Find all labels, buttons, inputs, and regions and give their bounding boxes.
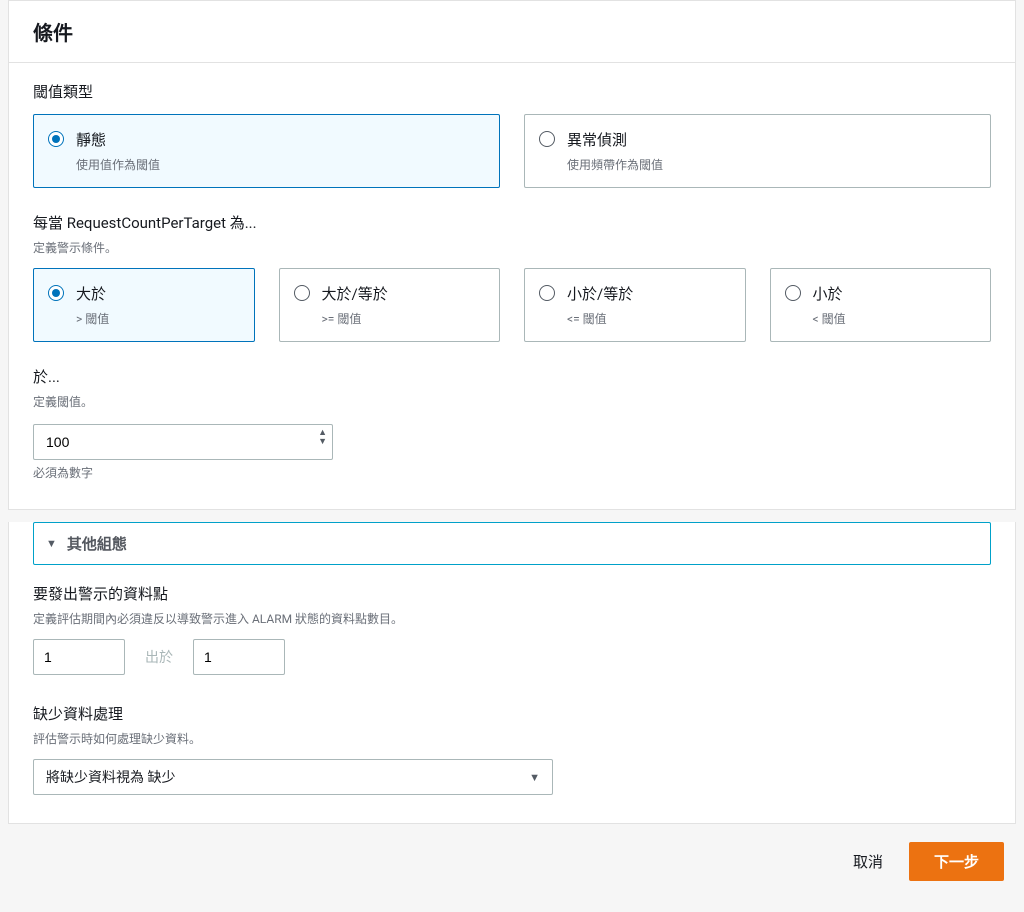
additional-config-section: ▼ 其他組態 要發出警示的資料點 定義評估期間內必須違反以導致警示進入 ALAR… xyxy=(8,522,1016,824)
stepper-buttons: ▲ ▼ xyxy=(318,433,327,451)
threshold-constraint: 必須為數字 xyxy=(33,464,991,481)
comparison-less-equal[interactable]: 小於/等於 <= 閾值 xyxy=(524,268,746,342)
option-sub: >= 閾值 xyxy=(322,310,388,327)
threshold-type-static[interactable]: 靜態 使用值作為閾值 xyxy=(33,114,500,188)
than-label: 於... 定義閾值。 xyxy=(33,366,991,410)
than-helper: 定義閾值。 xyxy=(33,393,991,410)
comparison-greater[interactable]: 大於 > 閾值 xyxy=(33,268,255,342)
threshold-type-label: 閾值類型 xyxy=(33,81,991,102)
threshold-type-anomaly[interactable]: 異常偵測 使用頻帶作為閾值 xyxy=(524,114,991,188)
missing-data-select[interactable]: 將缺少資料視為 缺少 ▼ xyxy=(33,759,553,795)
missing-data-label: 缺少資料處理 評估警示時如何處理缺少資料。 xyxy=(33,703,991,747)
evaluation-periods-input[interactable] xyxy=(193,639,285,675)
option-title: 大於 xyxy=(76,283,109,304)
option-sub: 使用值作為閾值 xyxy=(76,156,160,173)
chevron-down-icon: ▼ xyxy=(529,771,540,784)
threshold-value-input[interactable] xyxy=(33,424,333,460)
radio-icon xyxy=(539,131,555,147)
datapoints-helper: 定義評估期間內必須違反以導致警示進入 ALARM 狀態的資料點數目。 xyxy=(33,610,991,627)
missing-data-helper: 評估警示時如何處理缺少資料。 xyxy=(33,730,991,747)
option-title: 異常偵測 xyxy=(567,129,663,150)
radio-icon xyxy=(539,285,555,301)
comparison-less[interactable]: 小於 < 閾值 xyxy=(770,268,992,342)
additional-config-toggle[interactable]: ▼ 其他組態 xyxy=(33,522,991,565)
threshold-type-options: 靜態 使用值作為閾值 異常偵測 使用頻帶作為閾值 xyxy=(33,114,991,188)
radio-icon xyxy=(785,285,801,301)
option-sub: > 閾值 xyxy=(76,310,109,327)
wizard-footer: 取消 下一步 xyxy=(0,824,1024,881)
radio-icon xyxy=(48,131,64,147)
stepper-down-icon[interactable]: ▼ xyxy=(318,442,327,451)
cancel-button[interactable]: 取消 xyxy=(841,843,895,880)
comparison-greater-equal[interactable]: 大於/等於 >= 閾值 xyxy=(279,268,501,342)
option-sub: < 閾值 xyxy=(813,310,846,327)
radio-icon xyxy=(294,285,310,301)
option-title: 小於/等於 xyxy=(567,283,633,304)
whenever-helper: 定義警示條件。 xyxy=(33,239,991,256)
option-title: 靜態 xyxy=(76,129,160,150)
whenever-label: 每當 RequestCountPerTarget 為... 定義警示條件。 xyxy=(33,212,991,256)
datapoints-label: 要發出警示的資料點 定義評估期間內必須違反以導致警示進入 ALARM 狀態的資料… xyxy=(33,583,991,627)
missing-data-selected: 將缺少資料視為 缺少 xyxy=(46,767,175,787)
datapoints-to-alarm-input[interactable] xyxy=(33,639,125,675)
option-sub: <= 閾值 xyxy=(567,310,633,327)
option-title: 小於 xyxy=(813,283,846,304)
conditions-panel: 條件 閾值類型 靜態 使用值作為閾值 異常偵測 使用頻帶作為閾值 xyxy=(8,0,1016,510)
datapoints-between-text: 出於 xyxy=(145,647,173,667)
panel-header: 條件 xyxy=(9,1,1015,63)
next-button[interactable]: 下一步 xyxy=(909,842,1004,881)
caret-down-icon: ▼ xyxy=(46,537,57,550)
radio-icon xyxy=(48,285,64,301)
option-sub: 使用頻帶作為閾值 xyxy=(567,156,663,173)
comparison-options: 大於 > 閾值 大於/等於 >= 閾值 小於/等於 <= 閾值 xyxy=(33,268,991,342)
page-title: 條件 xyxy=(33,17,991,46)
additional-config-title: 其他組態 xyxy=(67,533,127,554)
option-title: 大於/等於 xyxy=(322,283,388,304)
